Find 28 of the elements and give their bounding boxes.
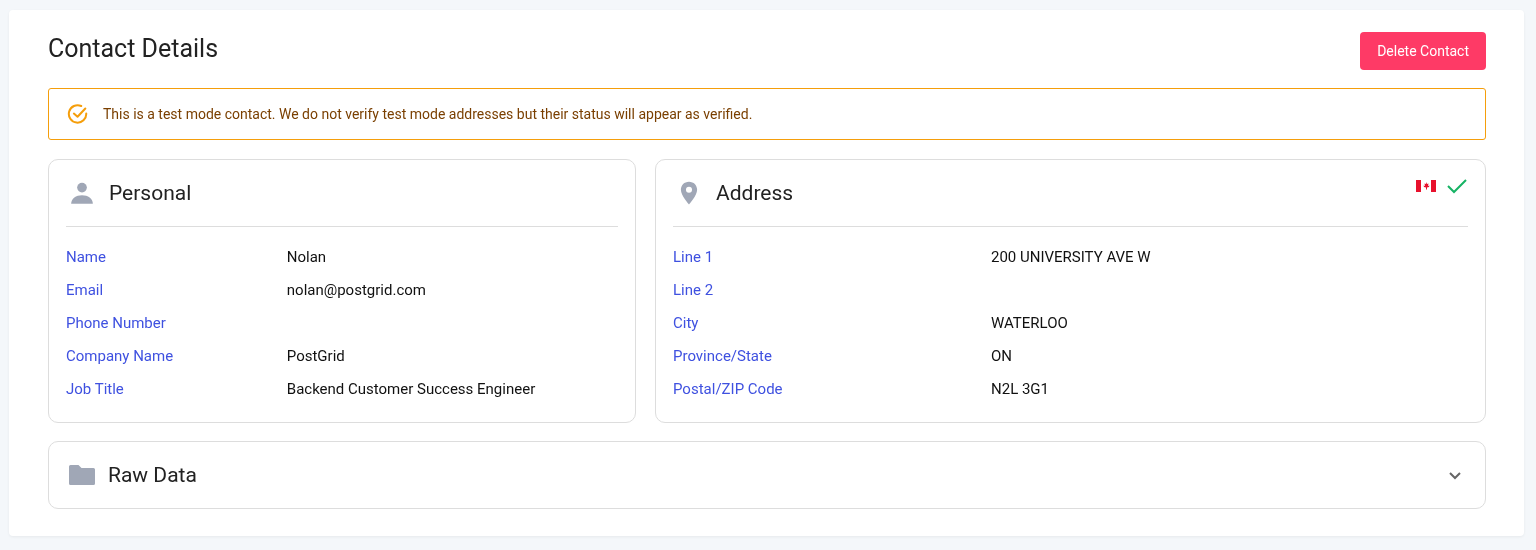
- field-label: Province/State: [673, 346, 773, 367]
- field-value: N2L 3G1: [991, 379, 1050, 400]
- flag-icon: [1416, 179, 1436, 193]
- folder-icon: [68, 463, 96, 487]
- field-label: Line 1: [673, 247, 715, 268]
- raw-data-panel[interactable]: Raw Data: [48, 441, 1486, 509]
- field-value: 200 UNIVERSITY AVE W: [991, 247, 1152, 268]
- field-label: Postal/ZIP Code: [673, 379, 784, 400]
- field-value: nolan@postgrid.com: [286, 280, 427, 301]
- panel-title: Raw Data: [108, 463, 197, 487]
- person-icon: [69, 180, 95, 206]
- notice-text: This is a test mode contact. We do not verify test mode addresses but their status will appear as verified.: [103, 106, 753, 122]
- field-value: WATERLOO: [991, 313, 1069, 334]
- field-label: Company Name: [66, 346, 175, 367]
- field-label: City: [673, 313, 700, 334]
- field-label: Email: [66, 280, 105, 301]
- check-circle-icon: [67, 103, 89, 125]
- field-value: PostGrid: [286, 346, 346, 367]
- panel-title: Address: [716, 181, 794, 205]
- field-label: Line 2: [673, 280, 715, 301]
- field-value: Backend Customer Success Engineer: [286, 379, 537, 400]
- page-title: Contact Details: [48, 33, 219, 63]
- field-label: Phone Number: [66, 313, 167, 334]
- panel-title: Personal: [109, 181, 192, 205]
- field-label: Job Title: [66, 379, 125, 400]
- field-label: Name: [66, 247, 107, 268]
- field-value: Nolan: [286, 247, 328, 268]
- field-value: ON: [991, 346, 1014, 367]
